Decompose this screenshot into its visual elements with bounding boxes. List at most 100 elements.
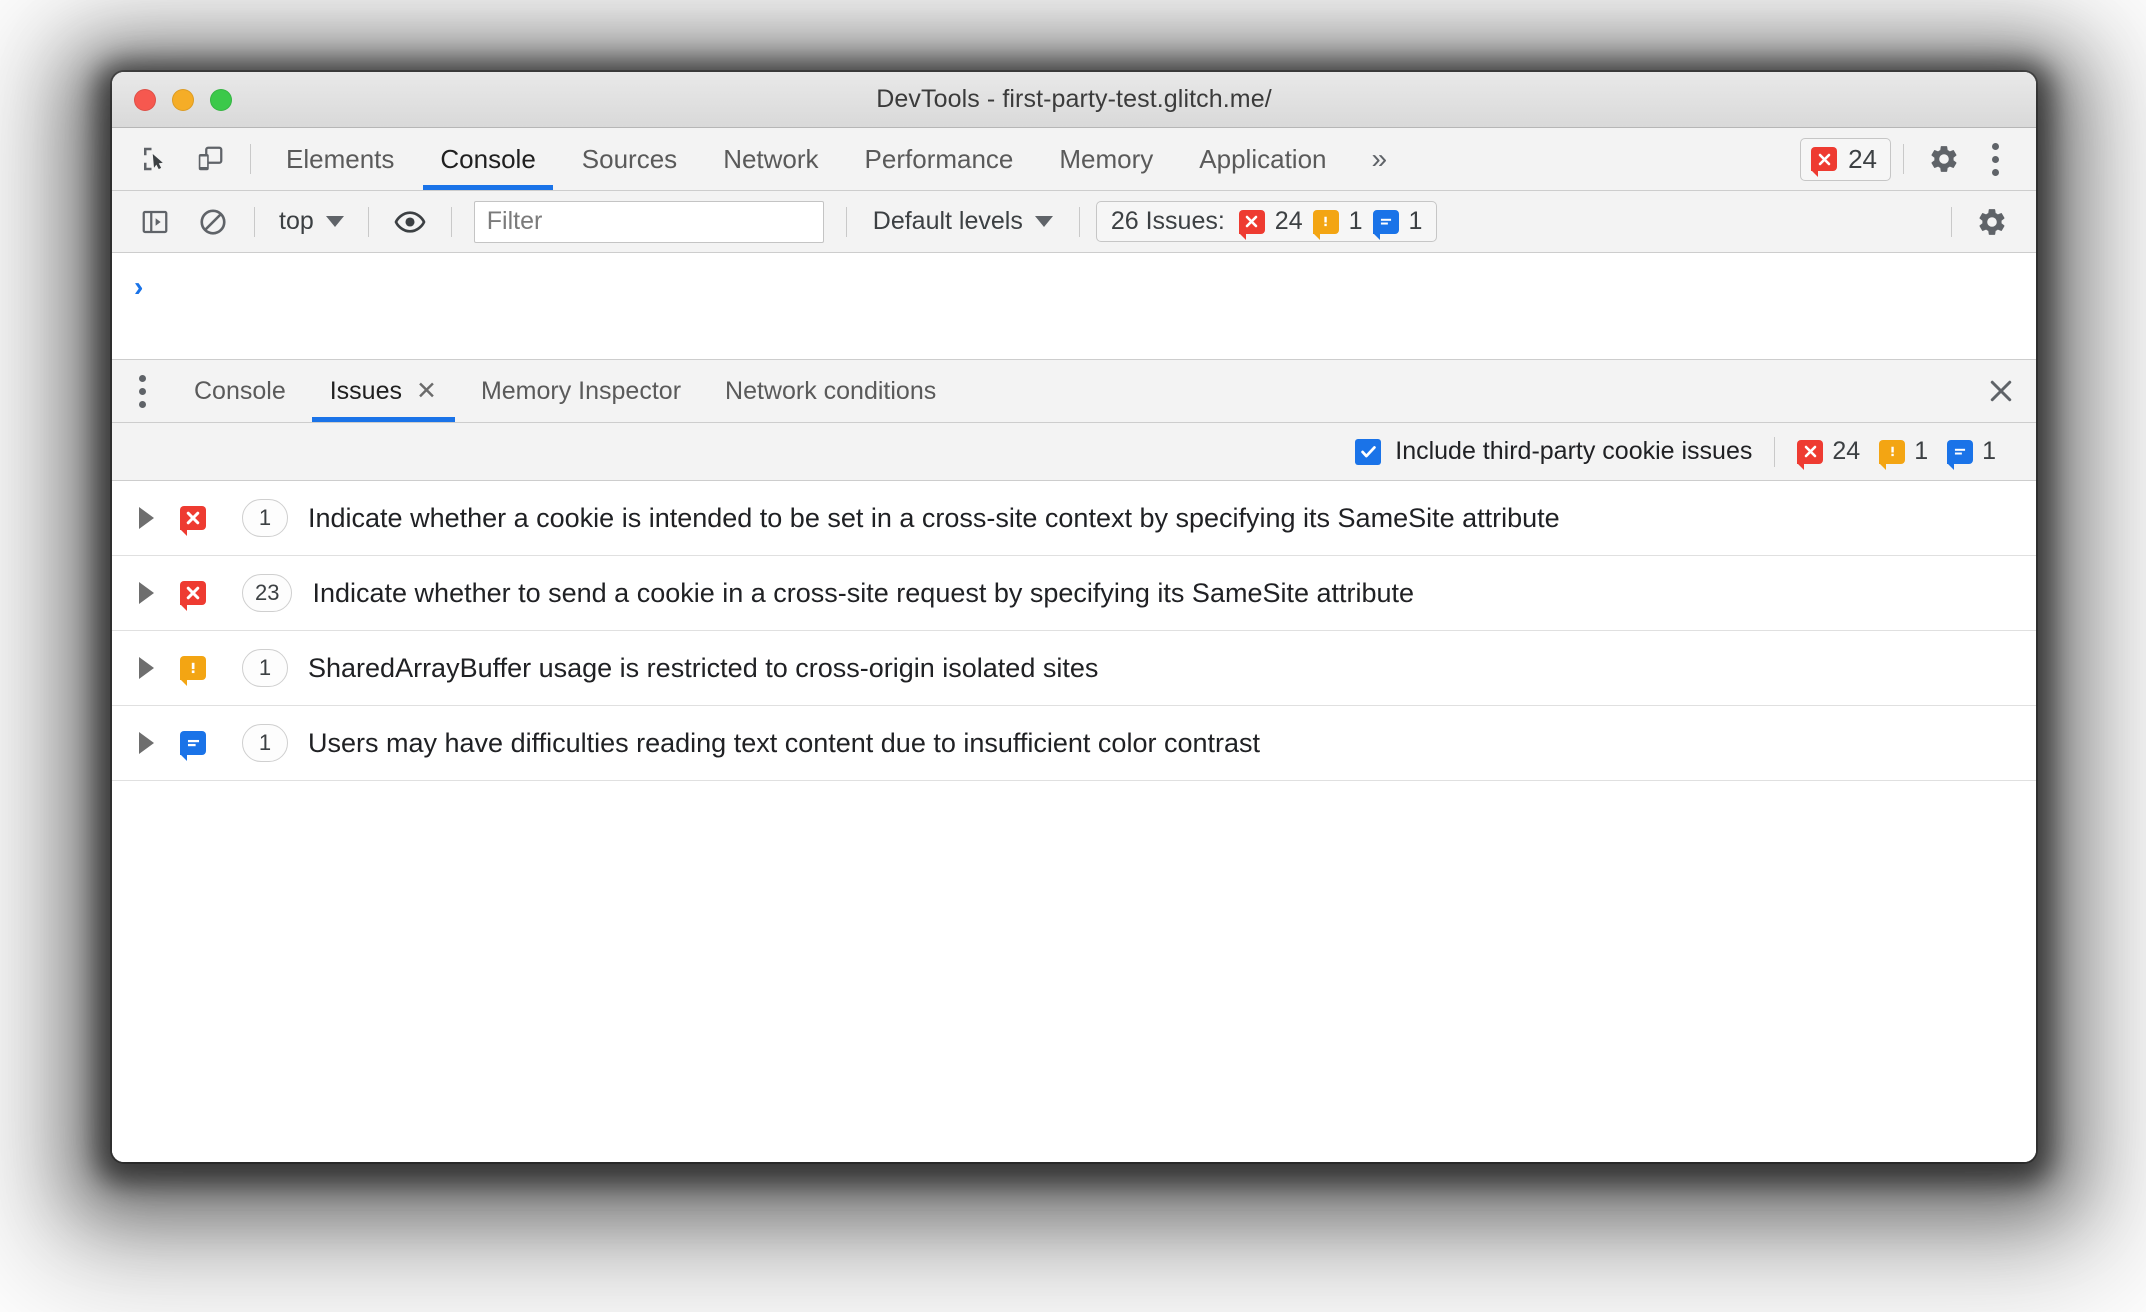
- console-output-area[interactable]: ›: [112, 253, 2036, 359]
- drawer-tab-issues[interactable]: Issues ✕: [308, 360, 459, 422]
- warning-bubble-icon: [180, 656, 206, 686]
- more-tabs-icon[interactable]: »: [1350, 128, 1410, 190]
- info-bubble-icon: [1372, 209, 1399, 240]
- issues-summary-label: 26 Issues:: [1110, 207, 1225, 235]
- issue-count-pill: 23: [242, 574, 293, 612]
- toolbar-divider: [250, 144, 251, 174]
- issue-count-pill: 1: [242, 649, 288, 687]
- error-count: 24: [1832, 437, 1861, 465]
- console-settings-gear-icon[interactable]: [1964, 194, 2020, 250]
- expand-triangle-icon[interactable]: [139, 732, 154, 754]
- drawer-tab-label: Network conditions: [725, 376, 937, 405]
- tab-network[interactable]: Network: [700, 128, 841, 190]
- filter-input[interactable]: [473, 200, 824, 243]
- tab-label: Console: [440, 143, 536, 174]
- error-bubble-icon: [1797, 439, 1824, 470]
- issues-summary-button[interactable]: 26 Issues: 24 1 1: [1095, 201, 1438, 242]
- error-bubble-icon: [1811, 147, 1838, 177]
- info-count: 1: [1408, 207, 1423, 235]
- tab-label: Sources: [581, 143, 678, 174]
- inspect-element-icon[interactable]: [126, 128, 182, 190]
- info-count: 1: [1982, 437, 1996, 465]
- tab-application[interactable]: Application: [1176, 128, 1349, 190]
- drawer-tab-label: Memory Inspector: [480, 376, 682, 405]
- toolbar-divider: [367, 206, 369, 237]
- tab-label: Performance: [864, 143, 1014, 174]
- issue-row[interactable]: 1 Indicate whether a cookie is intended …: [112, 481, 2036, 556]
- warning-count: 1: [1348, 207, 1363, 235]
- tab-label: Application: [1199, 143, 1327, 174]
- drawer-tab-label: Console: [194, 376, 286, 405]
- issue-row[interactable]: 1 SharedArrayBuffer usage is restricted …: [112, 631, 2036, 706]
- error-bubble-icon: [180, 581, 206, 611]
- kebab-dot: [1991, 142, 1999, 150]
- include-third-party-cookie-issues-checkbox[interactable]: Include third-party cookie issues: [1355, 437, 1752, 466]
- issue-count-pill: 1: [242, 499, 288, 537]
- tab-label: Network: [723, 143, 819, 174]
- tab-memory[interactable]: Memory: [1036, 128, 1176, 190]
- live-expression-icon[interactable]: [381, 193, 439, 251]
- window-title: DevTools - first-party-test.glitch.me/: [876, 85, 1272, 113]
- screenshot-root: DevTools - first-party-test.glitch.me/ E…: [0, 0, 2146, 1312]
- warning-bubble-icon: [1312, 209, 1339, 240]
- title-bar: DevTools - first-party-test.glitch.me/: [112, 72, 2036, 128]
- console-prompt-icon: ›: [134, 271, 144, 302]
- tab-performance[interactable]: Performance: [842, 128, 1037, 190]
- error-count: 24: [1274, 207, 1303, 235]
- console-toolbar-right: [1939, 194, 2036, 250]
- close-icon[interactable]: ✕: [416, 376, 437, 406]
- execution-context-selector[interactable]: top: [267, 207, 356, 236]
- drawer-tab-label: Issues: [329, 376, 402, 405]
- more-tabs-label: »: [1371, 143, 1388, 174]
- execution-context-label: top: [279, 207, 314, 235]
- error-count: 24: [1848, 143, 1877, 174]
- expand-triangle-icon[interactable]: [139, 507, 154, 529]
- kebab-dot: [138, 400, 146, 408]
- main-tab-bar-right: 24: [1800, 128, 2036, 190]
- toolbar-divider: [254, 206, 255, 237]
- drawer-tab-network-conditions[interactable]: Network conditions: [703, 360, 958, 422]
- toolbar-divider: [1774, 436, 1776, 467]
- info-bubble-icon: [180, 731, 206, 761]
- drawer-tab-memory-inspector[interactable]: Memory Inspector: [459, 360, 703, 422]
- console-toolbar: top Default levels 26 Issues:: [112, 191, 2036, 253]
- issue-list: 1 Indicate whether a cookie is intended …: [112, 481, 2036, 1162]
- issue-row[interactable]: 23 Indicate whether to send a cookie in …: [112, 556, 2036, 631]
- checkbox-icon[interactable]: [1355, 438, 1382, 465]
- device-toolbar-icon[interactable]: [182, 128, 238, 190]
- tab-elements[interactable]: Elements: [263, 128, 417, 190]
- issue-row[interactable]: 1 Users may have difficulties reading te…: [112, 706, 2036, 781]
- issue-title: Indicate whether a cookie is intended to…: [308, 502, 1560, 533]
- devtools-window: DevTools - first-party-test.glitch.me/ E…: [112, 72, 2036, 1162]
- info-bubble-icon: [1947, 439, 1974, 470]
- toolbar-divider: [1951, 206, 1952, 237]
- main-tab-bar: Elements Console Sources Network Perform…: [112, 128, 2036, 191]
- toolbar-divider: [845, 206, 847, 237]
- clear-console-icon[interactable]: [184, 193, 242, 251]
- log-levels-selector[interactable]: Default levels: [859, 207, 1067, 236]
- toolbar-divider: [1903, 144, 1904, 174]
- tab-sources[interactable]: Sources: [559, 128, 700, 190]
- tab-console[interactable]: Console: [417, 128, 558, 190]
- issue-counts: 24 1 1: [1797, 437, 2006, 470]
- error-bubble-icon: [180, 506, 206, 536]
- error-count-badge[interactable]: 24: [1800, 137, 1891, 181]
- tab-label: Elements: [286, 143, 395, 174]
- drawer-tab-console[interactable]: Console: [172, 360, 308, 422]
- kebab-dot: [1991, 155, 1999, 163]
- issue-title: SharedArrayBuffer usage is restricted to…: [308, 652, 1099, 683]
- gear-icon[interactable]: [1916, 131, 1972, 187]
- drawer-tab-bar: Console Issues ✕ Memory Inspector Networ…: [112, 360, 2036, 423]
- expand-triangle-icon[interactable]: [139, 657, 154, 679]
- error-bubble-icon: [1238, 209, 1265, 240]
- log-levels-label: Default levels: [872, 207, 1023, 235]
- kebab-dot: [1991, 168, 1999, 176]
- expand-triangle-icon[interactable]: [139, 582, 154, 604]
- drawer-more-icon[interactable]: [112, 360, 172, 422]
- warning-bubble-icon: [1879, 439, 1906, 470]
- issue-title: Users may have difficulties reading text…: [308, 727, 1261, 758]
- kebab-menu-icon[interactable]: [1972, 131, 2018, 187]
- console-sidebar-icon[interactable]: [126, 193, 184, 251]
- drawer-close-icon[interactable]: [1966, 360, 2036, 422]
- issues-toolbar: Include third-party cookie issues 24 1 1: [112, 423, 2036, 481]
